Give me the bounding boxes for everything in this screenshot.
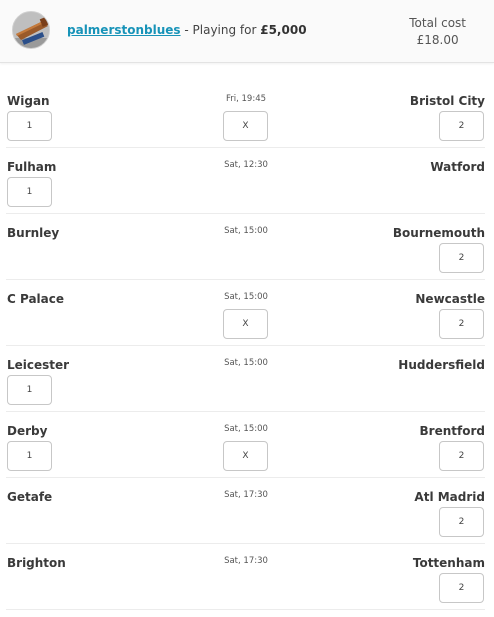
total-cost-label: Total cost xyxy=(409,16,466,30)
home-team: Wigan xyxy=(7,94,50,108)
home-win-pick-button[interactable]: 1 xyxy=(7,441,52,471)
away-team: Bournemouth xyxy=(392,226,485,240)
home-win-pick-button[interactable]: 1 xyxy=(7,177,52,207)
playing-for-text: - Playing for xyxy=(180,23,261,37)
total-cost-value: £18.00 xyxy=(416,33,459,47)
home-team: Getafe xyxy=(7,490,53,504)
away-win-pick-button[interactable]: 2 xyxy=(439,309,484,339)
away-win-pick-button[interactable]: 2 xyxy=(439,441,484,471)
draw-pick-button[interactable]: X xyxy=(223,111,268,141)
home-team: Brighton xyxy=(7,556,66,570)
home-team: C Palace xyxy=(7,292,65,306)
match-list: Wigan Fri, 19:45 Bristol City 1 X 2 Fulham Sat,… xyxy=(0,82,494,610)
away-win-pick-button[interactable]: 2 xyxy=(439,243,484,273)
total-cost: Total cost £18.00 xyxy=(409,15,466,49)
username-link[interactable]: palmerstonblues xyxy=(67,23,181,37)
player-info: palmerstonblues - Playing for £5,000 xyxy=(67,23,307,37)
away-win-pick-button[interactable]: 2 xyxy=(439,111,484,141)
home-team: Derby xyxy=(7,424,48,438)
kickoff-time: Sat, 15:00 xyxy=(224,226,268,236)
draw-pick-button[interactable]: X xyxy=(223,309,268,339)
prize-amount: £5,000 xyxy=(260,23,307,37)
match-row: Wigan Fri, 19:45 Bristol City 1 X 2 xyxy=(0,82,494,148)
match-row: Burnley Sat, 15:00 Bournemouth 2 xyxy=(0,214,494,280)
home-win-pick-button[interactable]: 1 xyxy=(7,375,52,405)
kickoff-time: Fri, 19:45 xyxy=(225,94,267,104)
row-divider xyxy=(6,609,485,610)
away-win-pick-button[interactable]: 2 xyxy=(439,573,484,603)
kickoff-time: Sat, 12:30 xyxy=(224,160,268,170)
match-row: Brighton Sat, 17:30 Tottenham 2 xyxy=(0,544,494,610)
away-team: Newcastle xyxy=(415,292,485,306)
header: palmerstonblues - Playing for £5,000 Tot… xyxy=(0,0,494,63)
home-win-pick-button[interactable]: 1 xyxy=(7,111,52,141)
away-team: Huddersfield xyxy=(398,358,485,372)
kickoff-time: Sat, 15:00 xyxy=(224,292,268,302)
away-team: Atl Madrid xyxy=(414,490,485,504)
match-row: C Palace Sat, 15:00 Newcastle X 2 xyxy=(0,280,494,346)
away-team: Tottenham xyxy=(412,556,485,570)
kickoff-time: Sat, 15:00 xyxy=(224,358,268,368)
match-row: Derby Sat, 15:00 Brentford 1 X 2 xyxy=(0,412,494,478)
kickoff-time: Sat, 17:30 xyxy=(224,556,268,566)
home-team: Burnley xyxy=(7,226,60,240)
kickoff-time: Sat, 15:00 xyxy=(224,424,268,434)
away-team: Watford xyxy=(430,160,485,174)
kickoff-time: Sat, 17:30 xyxy=(224,490,268,500)
draw-pick-button[interactable]: X xyxy=(223,441,268,471)
match-row: Getafe Sat, 17:30 Atl Madrid 2 xyxy=(0,478,494,544)
away-win-pick-button[interactable]: 2 xyxy=(439,507,484,537)
home-team: Leicester xyxy=(7,358,70,372)
home-team: Fulham xyxy=(7,160,57,174)
avatar[interactable] xyxy=(12,11,50,49)
match-row: Fulham Sat, 12:30 Watford 1 xyxy=(0,148,494,214)
away-team: Bristol City xyxy=(409,94,485,108)
match-row: Leicester Sat, 15:00 Huddersfield 1 xyxy=(0,346,494,412)
avatar-image xyxy=(13,12,49,48)
away-team: Brentford xyxy=(419,424,485,438)
